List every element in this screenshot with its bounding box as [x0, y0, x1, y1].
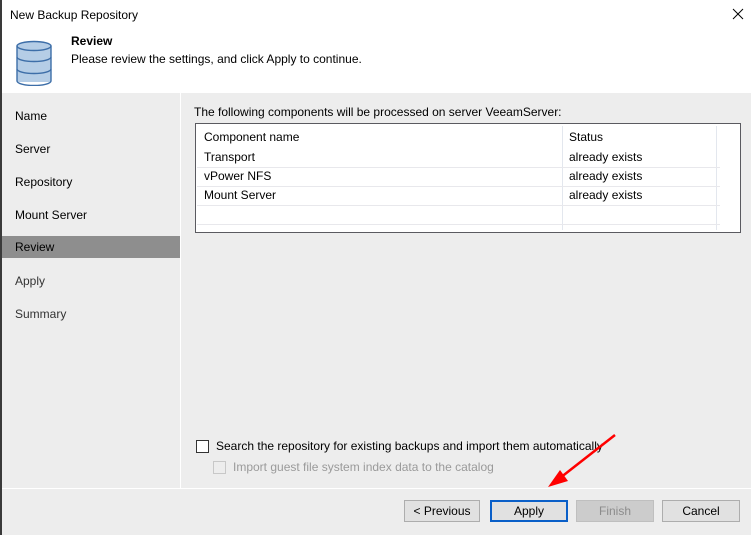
import-index-option: Import guest file system index data to t… [213, 460, 494, 474]
database-icon [16, 40, 52, 86]
step-mount-server[interactable]: Mount Server [2, 204, 180, 226]
apply-button[interactable]: Apply [490, 500, 568, 522]
component-name: Transport [204, 150, 255, 164]
dialog-header: New Backup Repository Review Please revi… [2, 0, 751, 93]
step-server[interactable]: Server [2, 138, 180, 160]
previous-button[interactable]: < Previous [404, 500, 480, 522]
step-summary: Summary [15, 307, 67, 321]
search-backups-option[interactable]: Search the repository for existing backu… [196, 439, 603, 453]
arrow-head [548, 470, 568, 487]
table-row-empty [197, 205, 720, 225]
step-name[interactable]: Name [2, 105, 180, 127]
step-review[interactable]: Review [2, 236, 180, 258]
step-apply: Apply [15, 274, 46, 288]
search-backups-checkbox[interactable] [196, 439, 209, 453]
close-icon[interactable] [730, 6, 746, 22]
sidebar-divider [180, 93, 181, 488]
step-repository[interactable]: Repository [2, 171, 180, 193]
search-backups-label: Search the repository for existing backu… [216, 439, 603, 453]
column-header-status[interactable]: Status [569, 130, 603, 144]
step-title: Review [71, 34, 113, 48]
component-status: already exists [569, 150, 643, 164]
wizard-steps: Name Server Repository Mount Server Revi… [2, 93, 180, 488]
window-title: New Backup Repository [10, 8, 139, 22]
import-index-label: Import guest file system index data to t… [233, 460, 494, 474]
table-row[interactable]: Mount Server already exists [197, 186, 720, 206]
component-name: Mount Server [204, 188, 277, 202]
component-status: already exists [569, 188, 643, 202]
table-row[interactable]: vPower NFS already exists [197, 167, 720, 187]
components-table: Component name Status Transport already … [195, 123, 741, 233]
table-row[interactable]: Transport already exists [197, 148, 720, 168]
step-description: Please review the settings, and click Ap… [71, 52, 362, 66]
column-header-component[interactable]: Component name [204, 130, 299, 144]
import-index-checkbox [213, 460, 226, 474]
finish-button: Finish [576, 500, 654, 522]
components-intro: The following components will be process… [194, 105, 562, 119]
footer-divider [2, 488, 751, 489]
component-name: vPower NFS [204, 169, 272, 183]
cancel-button[interactable]: Cancel [662, 500, 740, 522]
component-status: already exists [569, 169, 643, 183]
